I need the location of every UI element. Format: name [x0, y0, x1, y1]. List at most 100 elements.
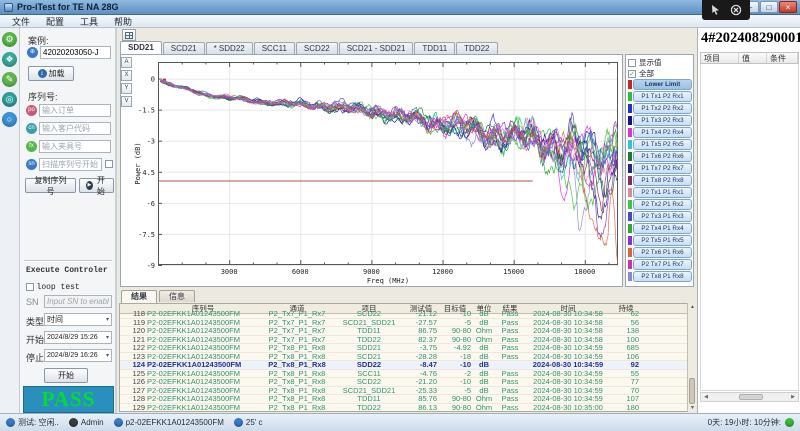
legend-button[interactable]: P2 Tx2 P1 Rx2 — [633, 199, 692, 210]
scroll-left-icon[interactable]: ◀ — [701, 393, 711, 401]
legend-button[interactable]: P1 Tx5 P2 Rx5 — [633, 139, 692, 150]
type-label: 类型 — [26, 315, 44, 328]
scroll-thumb[interactable] — [739, 394, 763, 400]
measurement-hscrollbar[interactable]: ◀ ▶ — [700, 392, 799, 402]
legend-button[interactable]: P2 Tx3 P1 Rx3 — [633, 211, 692, 222]
load-button[interactable]: ⤓ 加载 — [28, 66, 74, 81]
serial-label: 序列号: — [28, 90, 58, 103]
menu-item-0[interactable]: 文件 — [5, 15, 37, 28]
chart-control-Y[interactable]: Y — [121, 83, 132, 94]
all-checkbox[interactable]: ✓ 全部 — [628, 68, 692, 79]
legend-button[interactable]: P2 Tx6 P1 Rx6 — [633, 247, 692, 258]
show-value-checkbox[interactable]: 显示值 — [628, 57, 692, 68]
case-icon: ⊕ — [27, 47, 38, 58]
stop-time-label: 停止 — [26, 351, 44, 364]
stop-record-icon[interactable] — [730, 4, 742, 16]
menu-item-3[interactable]: 帮助 — [107, 15, 139, 28]
legend-button[interactable]: P1 Tx6 P2 Rx6 — [633, 151, 692, 162]
legend-button[interactable]: P1 Tx2 P2 Rx2 — [633, 103, 692, 114]
tab-SDD22[interactable]: * SDD22 — [206, 42, 253, 54]
start-time-select[interactable]: 2024/8/29 15:26▾ — [44, 331, 112, 344]
play-icon: ▶ — [86, 181, 93, 190]
table-row[interactable]: 129P2-02EFKK1A01243500FMP2_Tx8_P1_Rx8TDD… — [120, 404, 695, 413]
scroll-right-icon[interactable]: ▶ — [788, 393, 798, 401]
type-select[interactable]: 时间▾ — [44, 313, 112, 326]
app-window: Pro-iTest for TE NA 28G – □ × 文件配置工具帮助 ⚙… — [0, 0, 800, 431]
legend-button[interactable]: P1 Tx1 P2 Rx1 — [633, 91, 692, 102]
run-button[interactable]: 开始 — [44, 368, 88, 383]
cursor-icon[interactable] — [710, 4, 723, 16]
chart-control-X[interactable]: X — [121, 70, 132, 81]
case-id-input[interactable] — [40, 46, 111, 59]
sn-scan-checkbox[interactable] — [105, 160, 113, 168]
close-button[interactable]: × — [779, 1, 797, 13]
chevron-down-icon: ▾ — [106, 352, 109, 359]
network-icon[interactable]: ❖ — [2, 52, 17, 67]
tab-SCD21SDD21[interactable]: SCD21 - SDD21 — [339, 42, 414, 54]
status-bar: 测试: 空闲.. Admin p2-02EFKK1A01243500FM 25'… — [0, 413, 800, 431]
status-item-3: 25' c — [234, 418, 263, 427]
series-color-swatch — [628, 236, 632, 245]
legend-item: P2 Tx2 P1 Rx2 — [628, 199, 692, 210]
column-header: 值 — [739, 53, 767, 63]
results-tab-1[interactable]: 信息 — [159, 290, 195, 302]
po-input[interactable] — [39, 104, 111, 117]
serial-start-button[interactable]: ▶ 开始 — [79, 178, 114, 193]
tab-SCC11[interactable]: SCC11 — [254, 42, 295, 54]
legend-item: P2 Tx4 P1 Rx4 — [628, 223, 692, 234]
stop-time-select[interactable]: 2024/8/29 16:26▾ — [44, 349, 112, 362]
legend-button[interactable]: Lower Limit — [633, 79, 692, 90]
cn-icon: cn — [26, 123, 37, 134]
results-vertical-scrollbar[interactable]: ▲ ▼ — [687, 303, 696, 412]
menu-item-1[interactable]: 配置 — [39, 15, 71, 28]
legend-button[interactable]: P2 Tx8 P1 Rx8 — [633, 271, 692, 282]
chart-control-V[interactable]: V — [121, 96, 132, 107]
menu-item-2[interactable]: 工具 — [73, 15, 105, 28]
tab-SCD21[interactable]: SCD21 — [163, 42, 205, 54]
legend-button[interactable]: P1 Tx8 P2 Rx8 — [633, 175, 692, 186]
app-icon — [4, 3, 13, 12]
chevron-down-icon: ▾ — [106, 316, 109, 323]
edit-icon[interactable]: ✎ — [2, 72, 17, 87]
legend-button[interactable]: P2 Tx7 P1 Rx7 — [633, 259, 692, 270]
tab-SCD22[interactable]: SCD22 — [296, 42, 338, 54]
scroll-down-icon[interactable]: ▼ — [688, 404, 697, 412]
copy-serial-button[interactable]: 复制序列号 — [25, 178, 76, 193]
camera-icon[interactable]: ◎ — [2, 92, 17, 107]
status-icon — [114, 418, 123, 427]
frequency-response-chart[interactable] — [133, 55, 622, 285]
chart-grid-button[interactable] — [122, 29, 136, 41]
sn-input[interactable] — [44, 295, 112, 308]
series-color-swatch — [628, 212, 632, 221]
loop-test-checkbox[interactable]: loop test — [26, 281, 80, 292]
legend-button[interactable]: P2 Tx1 P1 Rx1 — [633, 187, 692, 198]
legend-button[interactable]: P1 Tx7 P2 Rx7 — [633, 163, 692, 174]
chart-control-A[interactable]: A — [121, 57, 132, 68]
cn-input[interactable] — [39, 122, 111, 135]
legend-button[interactable]: P1 Tx3 P2 Rx3 — [633, 115, 692, 126]
fx-input[interactable] — [39, 140, 111, 153]
checkbox-icon — [26, 283, 34, 291]
status-item-0: 测试: 空闲.. — [6, 417, 59, 428]
series-color-swatch — [628, 188, 632, 197]
column-header: 项目 — [701, 53, 739, 63]
refresh-icon[interactable]: ○ — [2, 112, 17, 127]
checkbox-icon: ✓ — [628, 70, 636, 78]
results-tab-0[interactable]: 结果 — [121, 290, 157, 303]
chevron-down-icon: ▾ — [106, 334, 109, 341]
legend-button[interactable]: P2 Tx4 P1 Rx4 — [633, 223, 692, 234]
sn-input[interactable] — [39, 158, 102, 171]
series-color-swatch — [628, 260, 632, 269]
legend-item: Lower Limit — [628, 79, 692, 90]
legend-item: P1 Tx7 P2 Rx7 — [628, 163, 692, 174]
tab-TDD11[interactable]: TDD11 — [414, 42, 455, 54]
restore-button[interactable]: □ — [760, 1, 778, 13]
scroll-thumb[interactable] — [689, 378, 695, 404]
settings-icon[interactable]: ⚙ — [2, 32, 17, 47]
legend-button[interactable]: P1 Tx4 P2 Rx4 — [633, 127, 692, 138]
legend-button[interactable]: P2 Tx5 P1 Rx5 — [633, 235, 692, 246]
scroll-up-icon[interactable]: ▲ — [688, 303, 697, 311]
legend-item: P2 Tx6 P1 Rx6 — [628, 247, 692, 258]
tab-TDD22[interactable]: TDD22 — [456, 42, 497, 54]
tab-SDD21[interactable]: SDD21 — [120, 41, 162, 54]
